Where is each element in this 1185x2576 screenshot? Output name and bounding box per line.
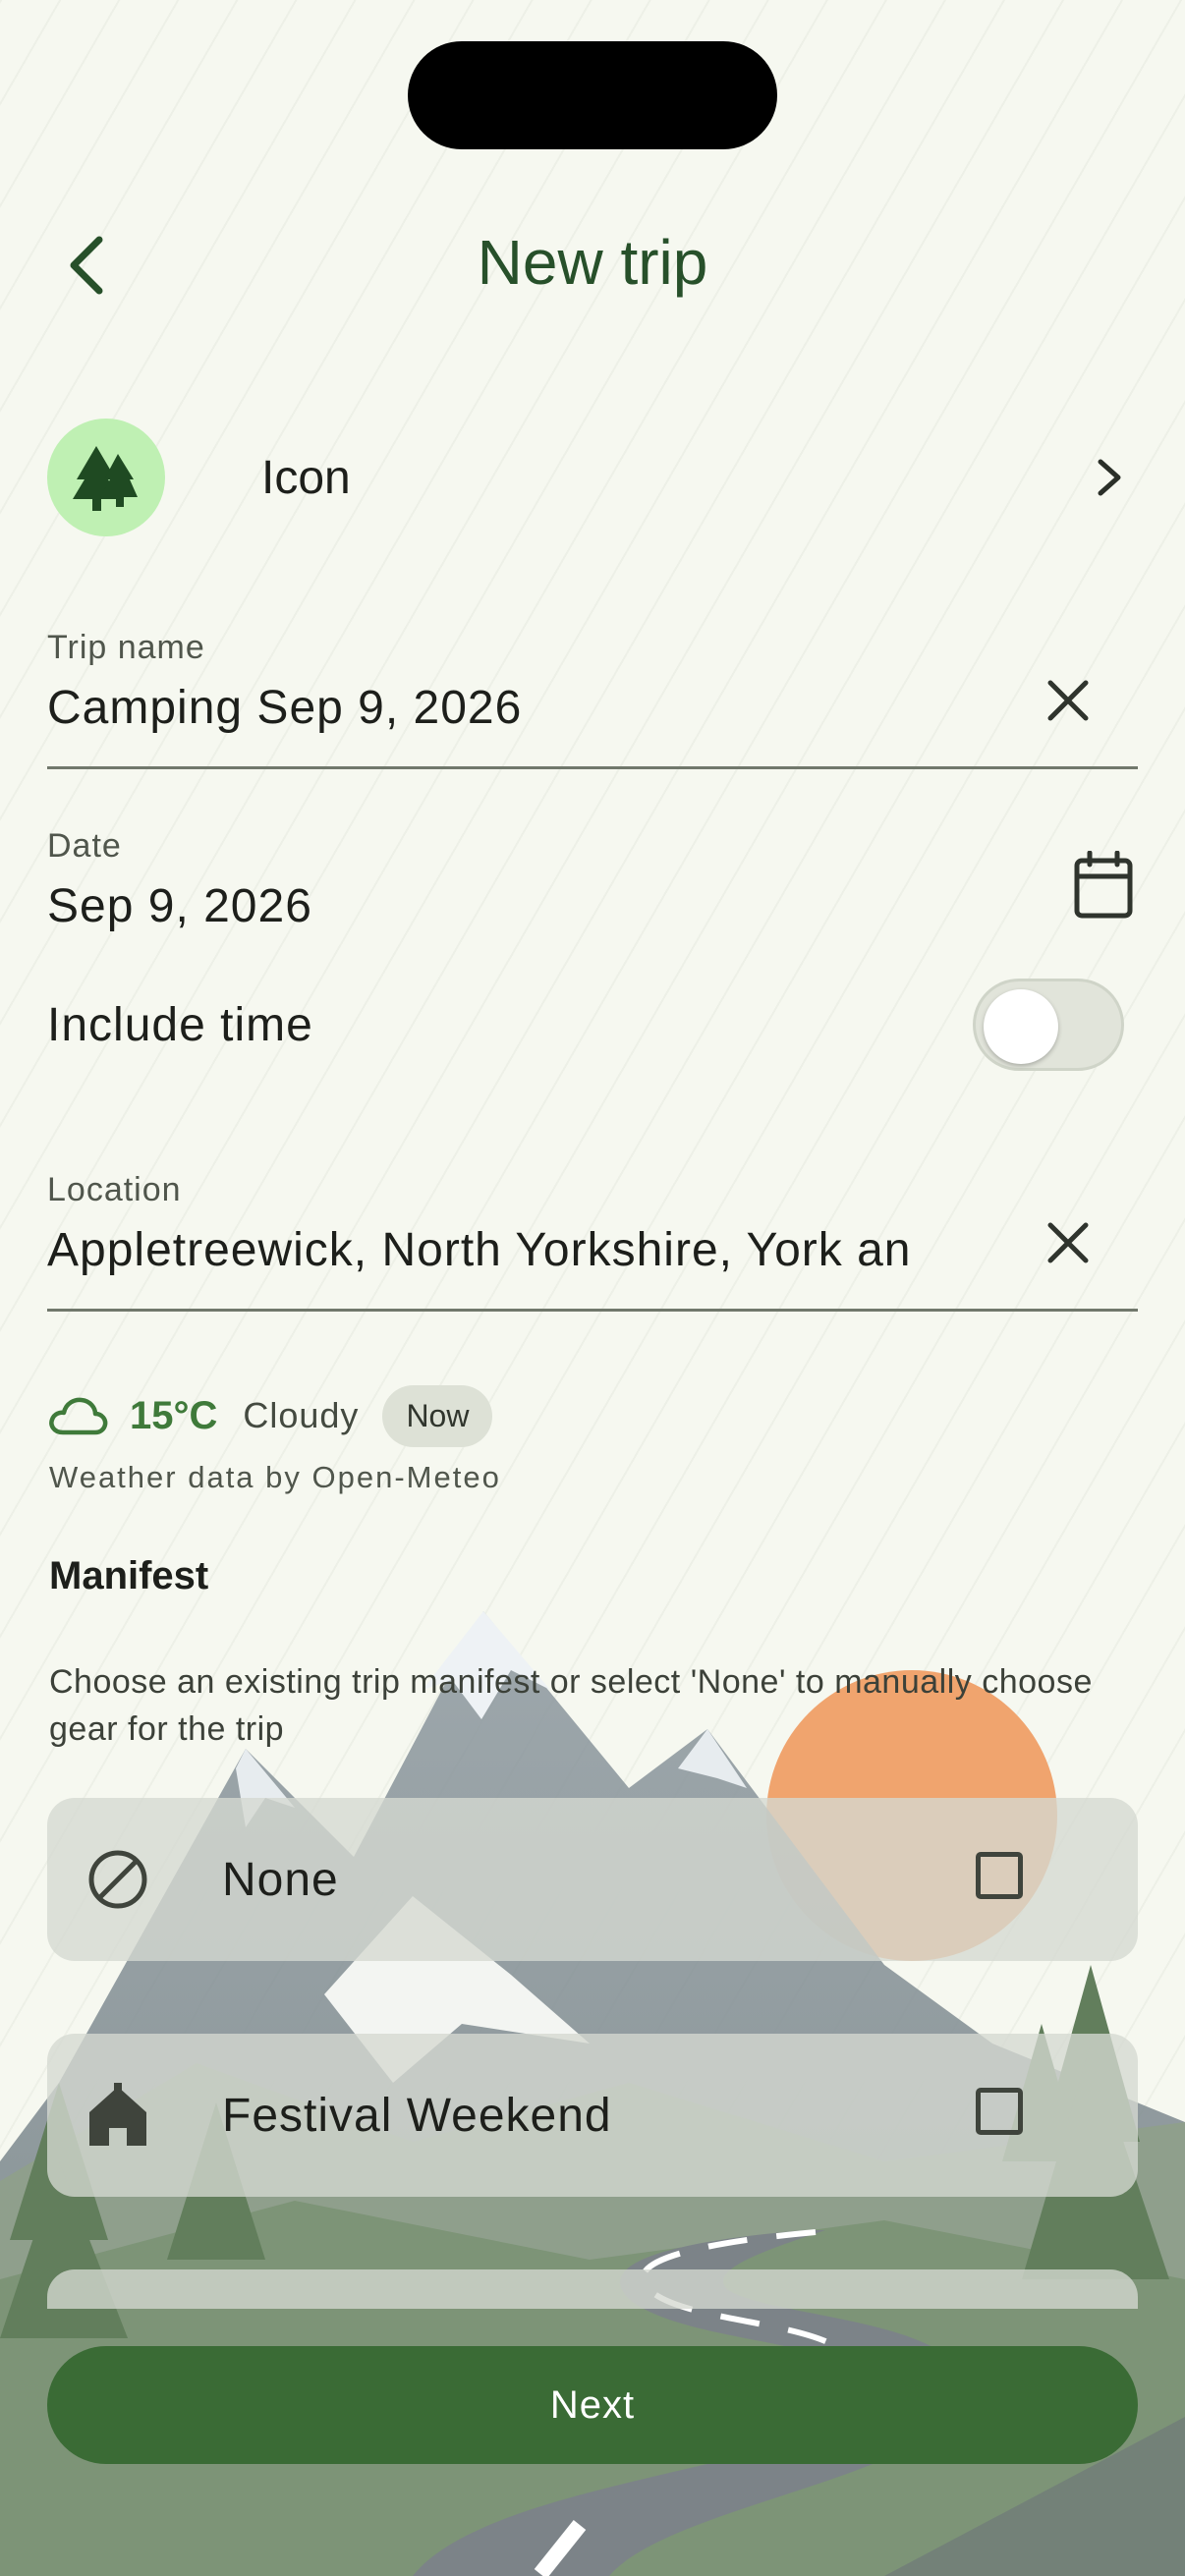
location-label: Location <box>47 1171 182 1208</box>
calendar-button[interactable] <box>1069 851 1138 920</box>
chevron-right-icon <box>1098 459 1121 496</box>
clear-trip-name-button[interactable] <box>1034 666 1102 735</box>
manifest-none-checkbox[interactable] <box>976 1852 1023 1899</box>
tent-icon <box>59 2083 177 2148</box>
cloud-icon <box>49 1397 108 1435</box>
close-icon <box>1047 1222 1089 1263</box>
toggle-knob <box>984 989 1058 1064</box>
camera-cutout <box>408 41 777 149</box>
icon-picker-row[interactable]: Icon <box>47 419 1138 536</box>
date-field[interactable]: Date Sep 9, 2026 <box>47 827 1138 945</box>
trip-name-label: Trip name <box>47 629 205 666</box>
manifest-option-label: Festival Weekend <box>222 2089 612 2142</box>
close-icon <box>1047 680 1089 721</box>
manifest-option-partial[interactable] <box>47 2269 1138 2309</box>
date-value: Sep 9, 2026 <box>47 880 312 932</box>
manifest-option-label: None <box>222 1853 339 1906</box>
location-underline <box>47 1309 1138 1312</box>
date-label: Date <box>47 827 122 865</box>
clear-location-button[interactable] <box>1034 1208 1102 1277</box>
trip-name-field[interactable]: Trip name Camping Sep 9, 2026 <box>47 629 1138 772</box>
location-input[interactable]: Appletreewick, North Yorkshire, York an <box>47 1223 990 1277</box>
weather-credit: Weather data by Open-Meteo <box>49 1460 501 1494</box>
now-chip: Now <box>382 1384 493 1447</box>
weather-summary: 15°C Cloudy Now <box>47 1383 493 1448</box>
manifest-option-none[interactable]: None <box>47 1798 1138 1961</box>
trip-name-underline <box>47 766 1138 769</box>
next-button[interactable]: Next <box>47 2346 1138 2464</box>
manifest-festival-checkbox[interactable] <box>976 2088 1023 2135</box>
icon-row-label: Icon <box>261 451 351 504</box>
none-icon <box>59 1848 177 1911</box>
page-title: New trip <box>477 227 708 298</box>
calendar-icon <box>1074 851 1133 919</box>
include-time-toggle[interactable] <box>973 979 1124 1071</box>
tree-icon <box>47 419 165 536</box>
trip-name-input[interactable]: Camping Sep 9, 2026 <box>47 681 990 735</box>
manifest-option-festival-weekend[interactable]: Festival Weekend <box>47 2034 1138 2197</box>
include-time-label: Include time <box>47 999 313 1051</box>
manifest-heading: Manifest <box>49 1554 209 1597</box>
location-field[interactable]: Location Appletreewick, North Yorkshire,… <box>47 1171 1138 1315</box>
weather-condition: Cloudy <box>243 1395 360 1435</box>
temperature-value: 15°C <box>130 1393 218 1437</box>
manifest-description: Choose an existing trip manifest or sele… <box>49 1663 1093 1748</box>
